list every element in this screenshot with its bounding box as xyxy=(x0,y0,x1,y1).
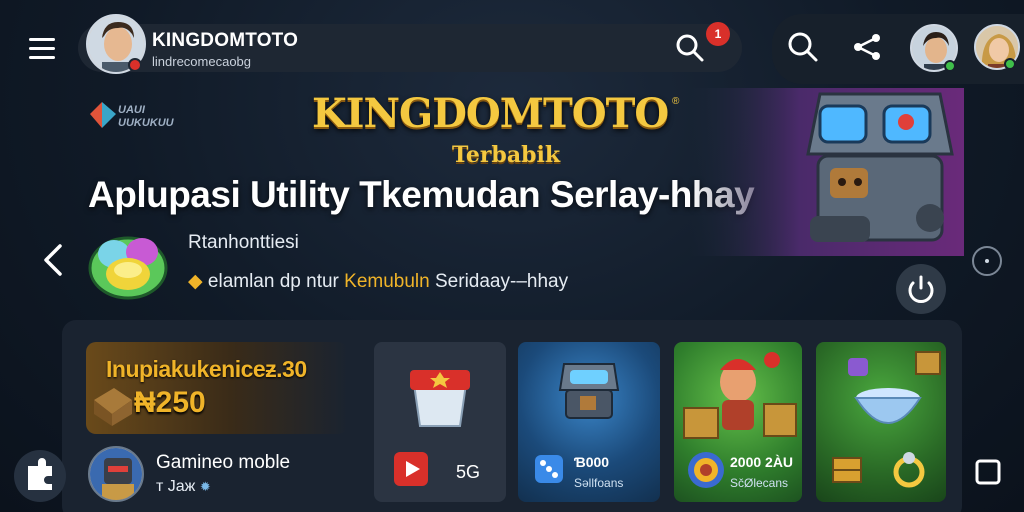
robot-character-image xyxy=(690,88,964,256)
game-meta: т Jaж ✹ xyxy=(156,478,211,496)
ring-icon xyxy=(893,452,925,488)
card-subtitle: Səllfoans xyxy=(574,476,624,490)
carousel-prev-button[interactable] xyxy=(34,236,74,284)
gift-box-icon xyxy=(410,370,470,427)
hero-subtitle: Terbabik xyxy=(452,142,561,168)
search-icon[interactable] xyxy=(786,30,820,64)
refresh-icon xyxy=(908,275,934,303)
character-badge-icon xyxy=(688,452,724,488)
hamburger-menu-icon[interactable] xyxy=(22,28,62,68)
play-icon xyxy=(394,452,428,486)
brand-subtitle: lindrecomecaobg xyxy=(152,54,252,69)
robot-chest-icon xyxy=(558,363,620,419)
hero-label: Rtanhonttiesi xyxy=(188,232,299,253)
brand-name: KINGDOMTOTO xyxy=(152,30,299,51)
game-card[interactable]: 2000 2ÀU SčØlecans xyxy=(674,342,802,502)
dice-icon xyxy=(535,455,563,483)
logo-text: UAUI UUKUKUU xyxy=(118,104,174,129)
hero-title: KINGDOMTOTO xyxy=(312,90,669,137)
game-card[interactable]: Ɓ000 Səllfoans xyxy=(518,342,660,502)
card-subtitle: SčØlecans xyxy=(730,476,789,490)
hero-headline: Aplupasi Utility Tkemudan Serlay-hhay xyxy=(88,174,755,215)
crystal-bowl-image xyxy=(848,351,941,424)
online-status-dot xyxy=(1004,58,1016,70)
card-caption: 2000 2ÀU xyxy=(730,454,794,470)
puzzle-icon xyxy=(28,458,52,490)
notification-badge[interactable]: 1 xyxy=(706,22,730,46)
trademark-mark: ® xyxy=(672,96,680,107)
hero-desc-suffix: Seridaay-–hhay xyxy=(435,271,569,292)
game-card[interactable] xyxy=(816,342,946,502)
dice-icon xyxy=(88,378,138,428)
character-crates-image xyxy=(683,352,797,439)
share-icon[interactable] xyxy=(850,30,884,64)
verified-icon: ✹ xyxy=(199,479,211,494)
card-caption: Ɓ000 xyxy=(574,454,610,470)
game-avatar[interactable] xyxy=(88,446,144,502)
game-meta-text: т Jaж xyxy=(156,478,196,495)
hero-desc-prefix: elamlan dp ntur xyxy=(207,271,339,292)
refresh-button[interactable] xyxy=(896,264,946,314)
online-status-dot xyxy=(944,60,956,72)
hero-description: ◆ elamlan dp ntur Kemubuln Seridaay-–hha… xyxy=(188,270,568,293)
avatar-status-badge xyxy=(128,58,142,72)
crate-icon xyxy=(832,457,862,483)
card-caption: 5G xyxy=(456,462,481,482)
game-card[interactable]: 5G xyxy=(374,342,506,502)
game-title: Gamineo moble xyxy=(156,452,291,473)
promo-amount: ₦250 xyxy=(134,386,206,419)
frame-icon[interactable] xyxy=(972,456,1004,488)
puzzle-button[interactable] xyxy=(14,450,66,502)
search-icon[interactable] xyxy=(674,32,706,64)
promo-title: Inupiakukeniceƶ.30 xyxy=(106,356,307,382)
hero-desc-highlight: Kemubuln xyxy=(344,271,430,292)
colorful-orb-icon xyxy=(88,228,168,300)
tag-icon: ◆ xyxy=(188,271,203,292)
carousel-indicator-icon[interactable] xyxy=(972,246,1002,276)
